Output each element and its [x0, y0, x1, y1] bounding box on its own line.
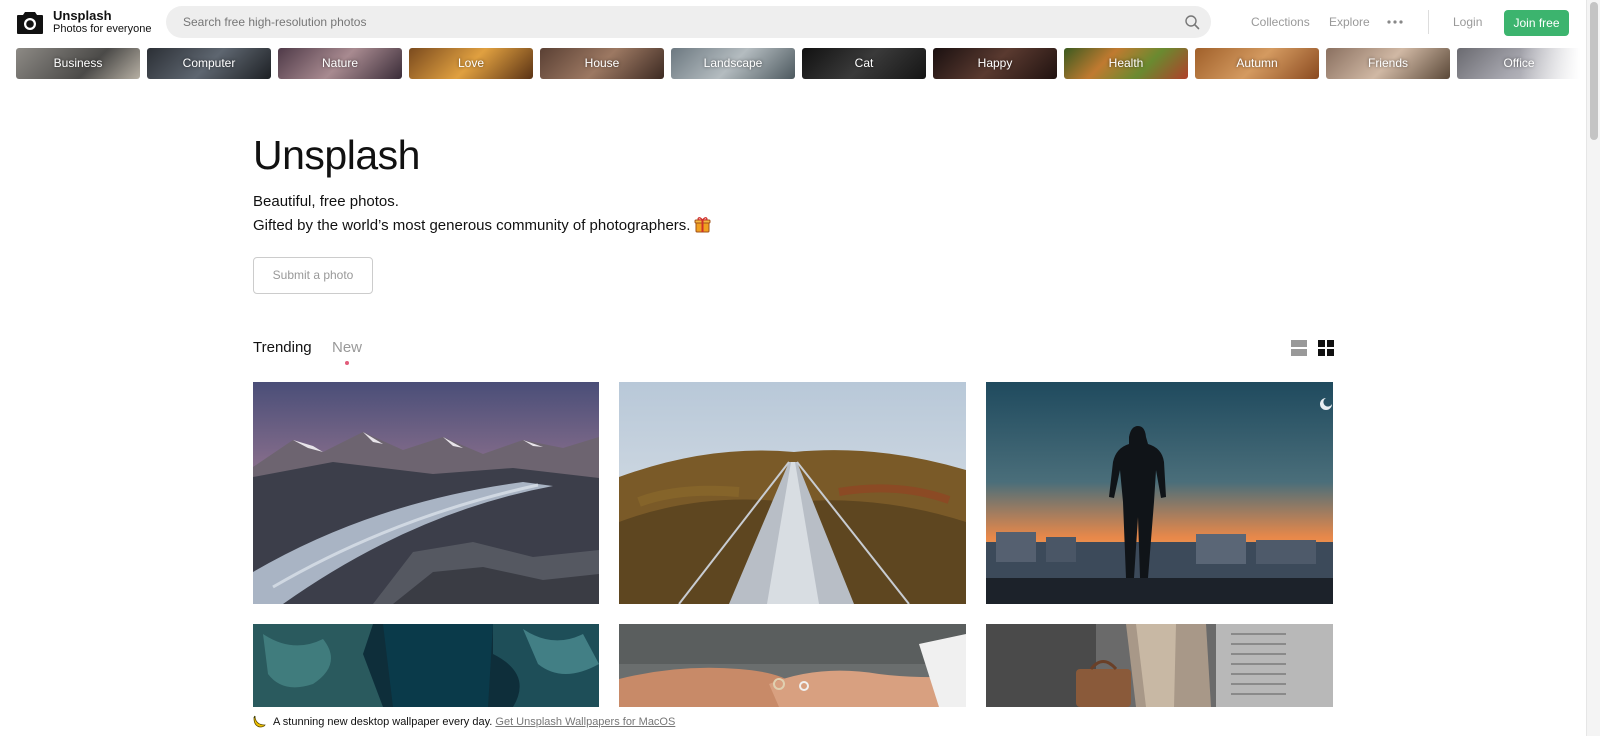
join-free-button[interactable]: Join free [1504, 10, 1569, 36]
new-indicator-dot [345, 361, 349, 365]
tab-new[interactable]: New [332, 339, 362, 356]
category-nature[interactable]: Nature [278, 48, 402, 79]
photo-businessman-briefcase[interactable] [986, 624, 1333, 707]
briefcase-photo-image [986, 624, 1333, 707]
camera-icon[interactable] [16, 8, 44, 36]
category-strip: Business Computer Nature Love House Land… [16, 48, 1580, 79]
grid-view-icon[interactable] [1318, 340, 1334, 356]
submit-photo-button[interactable]: Submit a photo [253, 257, 373, 294]
nav-divider [1428, 10, 1429, 34]
bridge-photo-image [619, 382, 966, 604]
search-placeholder: Search free high-resolution photos [183, 15, 367, 29]
silhouette-photo-image [986, 382, 1333, 604]
category-landscape[interactable]: Landscape [671, 48, 795, 79]
category-computer[interactable]: Computer [147, 48, 271, 79]
top-nav: Unsplash Photos for everyone Search free… [0, 0, 1586, 44]
hero-subtitle: Beautiful, free photos. [253, 193, 399, 210]
gift-icon [694, 217, 711, 233]
category-friends[interactable]: Friends [1326, 48, 1450, 79]
nav-login[interactable]: Login [1453, 15, 1482, 29]
category-business[interactable]: Business [16, 48, 140, 79]
scrollbar[interactable] [1586, 0, 1600, 736]
photo-suspension-bridge[interactable] [619, 382, 966, 604]
wallpapers-link[interactable]: Get Unsplash Wallpapers for MacOS [495, 716, 675, 728]
list-view-icon[interactable] [1291, 340, 1307, 356]
category-health[interactable]: Health [1064, 48, 1188, 79]
banner-text: A stunning new desktop wallpaper every d… [273, 716, 493, 728]
nav-explore[interactable]: Explore [1329, 15, 1370, 29]
hero-tagline: Gifted by the world’s most generous comm… [253, 216, 711, 234]
glacier-photo-image [253, 382, 599, 604]
search-input[interactable]: Search free high-resolution photos [166, 6, 1211, 38]
brand[interactable]: Unsplash Photos for everyone [53, 8, 151, 36]
more-icon[interactable] [1387, 20, 1403, 24]
photo-ice-cave[interactable] [253, 624, 599, 707]
category-autumn[interactable]: Autumn [1195, 48, 1319, 79]
category-fade [1520, 48, 1580, 79]
category-love[interactable]: Love [409, 48, 533, 79]
category-cat[interactable]: Cat [802, 48, 926, 79]
photo-glacier[interactable] [253, 382, 599, 604]
brand-tagline: Photos for everyone [53, 23, 152, 35]
hero-tagline-text: Gifted by the world’s most generous comm… [253, 217, 691, 234]
ice-cave-photo-image [253, 624, 599, 707]
scrollbar-thumb[interactable] [1590, 2, 1598, 140]
hands-photo-image [619, 624, 966, 707]
banana-icon [253, 715, 266, 728]
photo-wedding-hands[interactable] [619, 624, 966, 707]
wallpaper-banner: A stunning new desktop wallpaper every d… [253, 714, 675, 728]
search-icon[interactable] [1184, 14, 1200, 30]
category-happy[interactable]: Happy [933, 48, 1057, 79]
photo-silhouette-sunset[interactable] [986, 382, 1333, 604]
nav-collections[interactable]: Collections [1251, 15, 1310, 29]
brand-name: Unsplash [53, 8, 112, 23]
tab-trending[interactable]: Trending [253, 339, 312, 356]
category-house[interactable]: House [540, 48, 664, 79]
page-title: Unsplash [253, 132, 420, 178]
